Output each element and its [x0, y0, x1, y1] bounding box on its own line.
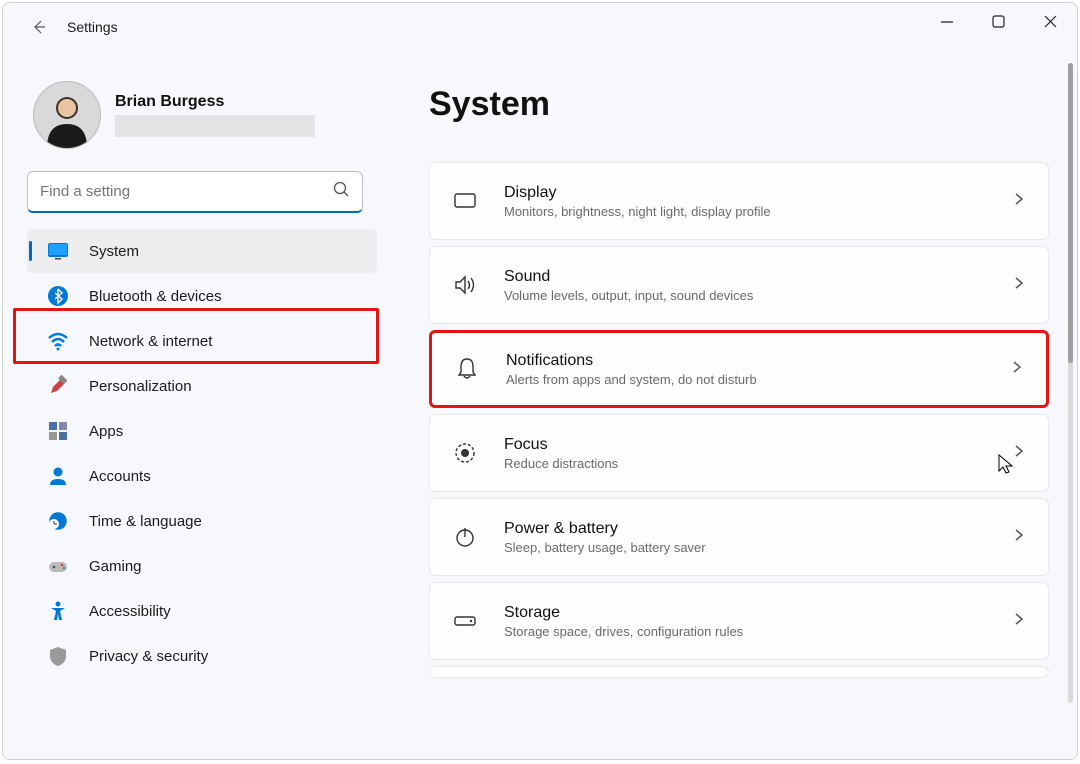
sidebar-item-bluetooth[interactable]: Bluetooth & devices — [27, 274, 377, 318]
monitor-icon — [47, 240, 69, 262]
sidebar-item-label: Time & language — [89, 513, 202, 530]
accessibility-icon — [47, 600, 69, 622]
focus-icon — [452, 440, 478, 466]
scrollbar-thumb[interactable] — [1068, 63, 1073, 363]
card-subtitle: Reduce distractions — [504, 456, 986, 471]
wifi-icon — [47, 330, 69, 352]
globe-clock-icon — [47, 510, 69, 532]
search-box[interactable] — [27, 171, 363, 213]
sidebar-item-label: Accounts — [89, 468, 151, 485]
sidebar-item-network[interactable]: Network & internet — [27, 319, 377, 363]
card-focus[interactable]: Focus Reduce distractions — [429, 414, 1049, 492]
sidebar-item-label: Gaming — [89, 558, 142, 575]
profile-email-redacted — [115, 115, 315, 137]
window-title: Settings — [67, 19, 118, 35]
chevron-right-icon — [1012, 612, 1026, 631]
close-button[interactable] — [1025, 3, 1077, 41]
sidebar-item-label: Network & internet — [89, 333, 212, 350]
chevron-right-icon — [1010, 360, 1024, 379]
sidebar-item-time-language[interactable]: Time & language — [27, 499, 377, 543]
card-subtitle: Volume levels, output, input, sound devi… — [504, 288, 986, 303]
maximize-button[interactable] — [973, 3, 1025, 41]
card-storage[interactable]: Storage Storage space, drives, configura… — [429, 582, 1049, 660]
sidebar-item-label: System — [89, 243, 139, 260]
profile-name: Brian Burgess — [115, 93, 315, 111]
shield-icon — [47, 645, 69, 667]
card-title: Sound — [504, 268, 986, 286]
chevron-right-icon — [1012, 528, 1026, 547]
card-title: Display — [504, 184, 986, 202]
card-display[interactable]: Display Monitors, brightness, night ligh… — [429, 162, 1049, 240]
page-title: System — [429, 85, 1069, 124]
card-notifications[interactable]: Notifications Alerts from apps and syste… — [429, 330, 1049, 408]
sidebar-item-label: Accessibility — [89, 603, 171, 620]
card-title: Notifications — [506, 352, 984, 370]
chevron-right-icon — [1012, 444, 1026, 463]
sidebar-item-system[interactable]: System — [27, 229, 377, 273]
card-subtitle: Storage space, drives, configuration rul… — [504, 624, 986, 639]
back-button[interactable] — [29, 17, 49, 37]
apps-icon — [47, 420, 69, 442]
card-title: Storage — [504, 604, 986, 622]
sidebar-item-accounts[interactable]: Accounts — [27, 454, 377, 498]
power-icon — [452, 524, 478, 550]
avatar — [33, 81, 101, 149]
card-title: Power & battery — [504, 520, 986, 538]
card-power-battery[interactable]: Power & battery Sleep, battery usage, ba… — [429, 498, 1049, 576]
bluetooth-icon — [47, 285, 69, 307]
search-input[interactable] — [40, 183, 333, 200]
sidebar-item-label: Bluetooth & devices — [89, 288, 222, 305]
bell-icon — [454, 356, 480, 382]
person-icon — [47, 465, 69, 487]
card-sound[interactable]: Sound Volume levels, output, input, soun… — [429, 246, 1049, 324]
card-subtitle: Monitors, brightness, night light, displ… — [504, 204, 986, 219]
paintbrush-icon — [47, 375, 69, 397]
sidebar-item-privacy[interactable]: Privacy & security — [27, 634, 377, 678]
card-subtitle: Sleep, battery usage, battery saver — [504, 540, 986, 555]
display-icon — [452, 188, 478, 214]
chevron-right-icon — [1012, 276, 1026, 295]
sidebar-item-personalization[interactable]: Personalization — [27, 364, 377, 408]
profile-block[interactable]: Brian Burgess — [27, 81, 377, 149]
chevron-right-icon — [1012, 192, 1026, 211]
card-title: Focus — [504, 436, 986, 454]
storage-icon — [452, 608, 478, 634]
sound-icon — [452, 272, 478, 298]
minimize-button[interactable] — [921, 3, 973, 41]
card-subtitle: Alerts from apps and system, do not dist… — [506, 372, 984, 387]
card-partial[interactable] — [429, 666, 1049, 678]
search-icon — [333, 181, 350, 203]
sidebar-item-label: Privacy & security — [89, 648, 208, 665]
scrollbar[interactable] — [1068, 63, 1073, 703]
sidebar-item-label: Apps — [89, 423, 123, 440]
sidebar-item-label: Personalization — [89, 378, 192, 395]
sidebar-item-apps[interactable]: Apps — [27, 409, 377, 453]
sidebar-item-accessibility[interactable]: Accessibility — [27, 589, 377, 633]
gamepad-icon — [47, 555, 69, 577]
sidebar-item-gaming[interactable]: Gaming — [27, 544, 377, 588]
